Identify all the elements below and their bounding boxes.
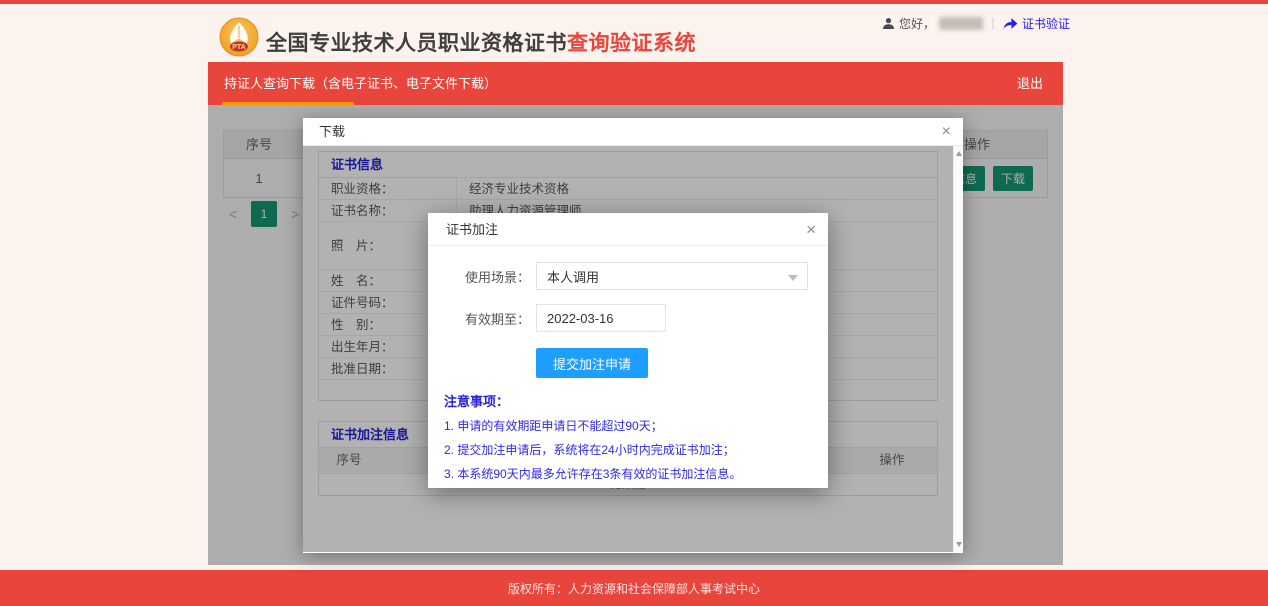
usage-scene-row: 使用场景： 本人调用 [444, 262, 808, 290]
nav-bar: 持证人查询下载（含电子证书、电子文件下载） 退出 [208, 62, 1063, 105]
annotation-modal-close-icon[interactable]: × [806, 213, 816, 246]
site-header: PTA 全国专业技术人员职业资格证书查询验证系统 您好， ｜ 证书验证 [0, 4, 1268, 62]
page-footer: 版权所有：人力资源和社会保障部人事考试中心 [0, 570, 1268, 606]
separator: ｜ [987, 15, 999, 32]
modal-scrollbar[interactable] [953, 146, 963, 552]
user-icon [882, 17, 895, 30]
note-line-2: 2. 提交加注申请后，系统将在24小时内完成证书加注； [444, 441, 808, 458]
download-modal-header: 下载 × [303, 118, 963, 146]
page-title: 全国专业技术人员职业资格证书查询验证系统 [266, 27, 696, 57]
pta-logo-icon: PTA [219, 17, 259, 57]
page-title-main: 全国专业技术人员职业资格证书 [266, 32, 567, 55]
pta-logo: PTA [219, 17, 259, 57]
note-line-1: 1. 申请的有效期距申请日不能超过90天； [444, 417, 808, 434]
note-line-3: 3. 本系统90天内最多允许存在3条有效的证书加注信息。 [444, 465, 808, 482]
download-modal-title: 下载 [319, 118, 345, 146]
page: PTA 全国专业技术人员职业资格证书查询验证系统 您好， ｜ 证书验证 持证人查… [0, 0, 1268, 606]
annotation-modal-title: 证书加注 [446, 213, 498, 246]
usage-scene-value: 本人调用 [547, 267, 599, 286]
usage-scene-select[interactable]: 本人调用 [536, 262, 808, 290]
user-name-redacted [939, 17, 983, 30]
scroll-up-icon[interactable] [956, 151, 962, 156]
certificate-verify-link[interactable]: 证书验证 [1022, 15, 1070, 32]
page-title-accent: 查询验证系统 [567, 32, 696, 55]
usage-scene-label: 使用场景： [444, 267, 530, 286]
scroll-down-icon[interactable] [956, 542, 962, 547]
logout-button[interactable]: 退出 [1017, 62, 1043, 105]
share-arrow-icon [1003, 17, 1018, 30]
download-modal-close-icon[interactable]: × [942, 118, 951, 146]
submit-annotation-button[interactable]: 提交加注申请 [536, 348, 648, 378]
valid-until-value: 2022-03-16 [547, 311, 614, 326]
valid-until-label: 有效期至： [444, 309, 530, 328]
pta-logo-text: PTA [232, 44, 245, 51]
annotation-modal: 证书加注 × 使用场景： 本人调用 有效期至： 2022-03-16 提交加注申… [428, 213, 828, 488]
copyright-text: 版权所有：人力资源和社会保障部人事考试中心 [508, 580, 760, 597]
notes-block: 注意事项： 1. 申请的有效期距申请日不能超过90天； 2. 提交加注申请后，系… [444, 391, 808, 482]
valid-until-input[interactable]: 2022-03-16 [536, 304, 666, 332]
chevron-down-icon [788, 275, 798, 281]
nav-tab-holder-download[interactable]: 持证人查询下载（含电子证书、电子文件下载） [224, 62, 497, 105]
greeting-text: 您好， [899, 15, 935, 32]
valid-until-row: 有效期至： 2022-03-16 [444, 304, 808, 332]
user-area: 您好， ｜ 证书验证 [882, 15, 1070, 32]
annotation-modal-header: 证书加注 × [428, 213, 828, 246]
annotation-modal-body: 使用场景： 本人调用 有效期至： 2022-03-16 提交加注申请 注意事项：… [428, 246, 828, 482]
notes-title: 注意事项： [444, 391, 808, 410]
